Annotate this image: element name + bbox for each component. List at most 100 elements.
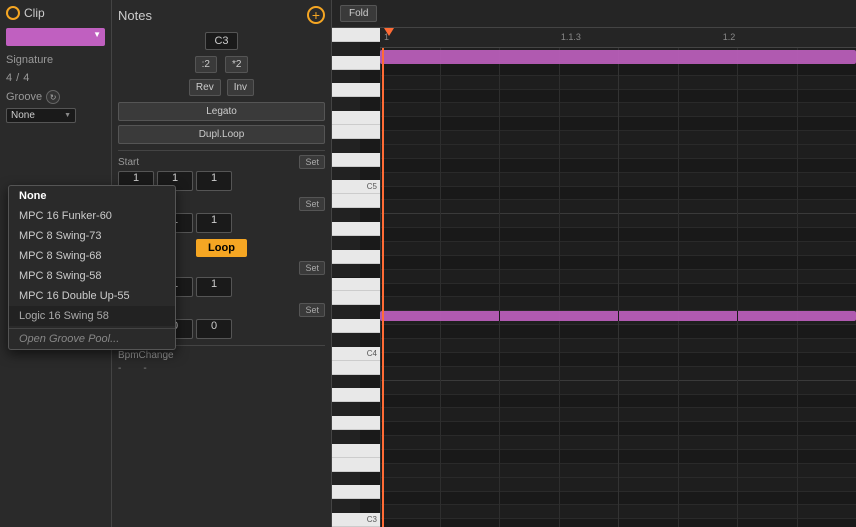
- piano-key-B3[interactable]: [332, 361, 380, 375]
- dropdown-open-pool[interactable]: Open Groove Pool...: [9, 328, 175, 349]
- dropdown-item-mpc16funker[interactable]: MPC 16 Funker-60: [9, 206, 175, 226]
- len-val-3[interactable]: 0: [196, 319, 232, 339]
- sig-slash: /: [16, 72, 19, 84]
- loop-button[interactable]: Loop: [196, 239, 247, 257]
- piano-key-A4[interactable]: [332, 222, 380, 236]
- piano-key-D#4[interactable]: [332, 305, 360, 319]
- note-display: C3: [205, 32, 237, 50]
- piano-key-G#5[interactable]: [332, 70, 360, 84]
- playhead-line: [382, 48, 384, 527]
- divider-1: [118, 150, 325, 151]
- signature-label: Signature: [6, 54, 53, 66]
- piano-key-F#5[interactable]: [332, 97, 360, 111]
- end-set-btn[interactable]: Set: [299, 197, 325, 211]
- piano-key-E3[interactable]: [332, 458, 380, 472]
- signature-values: 4 / 4: [6, 72, 105, 84]
- piano-key-D#3[interactable]: [332, 472, 360, 486]
- groove-value: None: [11, 110, 35, 121]
- piano-key-A3[interactable]: [332, 388, 380, 402]
- grid-body[interactable]: [380, 48, 856, 527]
- piano-key-D#5[interactable]: [332, 139, 360, 153]
- piano-key-D4[interactable]: [332, 319, 380, 333]
- length-set-btn[interactable]: Set: [299, 303, 325, 317]
- piano-key-D3[interactable]: [332, 485, 380, 499]
- piano-key-D5[interactable]: [332, 153, 380, 167]
- piano-key-A#5[interactable]: [332, 42, 360, 56]
- sig-num: 4: [6, 72, 12, 84]
- notes-note-row: C3: [118, 32, 325, 50]
- change-vals-row: - -: [118, 363, 325, 374]
- piano-key-G#4[interactable]: [332, 236, 360, 250]
- dropdown-item-none[interactable]: None: [9, 186, 175, 206]
- piano-keys: C5 C4 C3: [332, 28, 380, 527]
- notes-add-button[interactable]: +: [307, 6, 325, 24]
- grid-timeline: 1 1.1.3 1.2: [380, 28, 856, 48]
- piano-key-C3[interactable]: C3: [332, 513, 380, 527]
- dropdown-item-logic16swing[interactable]: Logic 16 Swing 58: [9, 306, 175, 326]
- piano-key-E4[interactable]: [332, 291, 380, 305]
- piano-key-B4[interactable]: [332, 194, 380, 208]
- piano-key-C#5[interactable]: [332, 167, 360, 181]
- piano-key-G4[interactable]: [332, 250, 380, 264]
- piano-key-A5[interactable]: [332, 56, 380, 70]
- piano-key-C#3[interactable]: [332, 499, 360, 513]
- notes-header: Notes +: [118, 6, 325, 24]
- dropdown-item-mpc8swing58[interactable]: MPC 8 Swing-58: [9, 266, 175, 286]
- groove-randomize-btn[interactable]: ↻: [46, 90, 60, 104]
- piano-key-F#3[interactable]: [332, 430, 360, 444]
- notes-title: Notes: [118, 8, 152, 23]
- change-val-1: -: [118, 363, 121, 374]
- piano-key-F3[interactable]: [332, 444, 380, 458]
- piano-key-C#4[interactable]: [332, 333, 360, 347]
- clip-icon: [6, 6, 20, 20]
- clip-title: Clip: [24, 6, 45, 20]
- vgrid-line: [618, 48, 619, 527]
- bpm-change-row: BpmChange: [118, 350, 325, 361]
- timeline-marker-113: 1.1.3: [561, 32, 581, 42]
- fold-button[interactable]: Fold: [340, 5, 377, 22]
- fold-header: Fold: [332, 0, 856, 28]
- change-val-2: -: [143, 363, 146, 374]
- piano-key-G5[interactable]: [332, 83, 380, 97]
- legato-button[interactable]: Legato: [118, 102, 325, 121]
- piano-key-G3[interactable]: [332, 416, 380, 430]
- start-set-btn[interactable]: Set: [299, 155, 325, 169]
- vgrid-line: [380, 48, 381, 527]
- piano-key-A#3[interactable]: [332, 375, 360, 389]
- transpose-down-btn[interactable]: :2: [195, 56, 217, 73]
- notes-rev-inv-row: Rev Inv: [118, 79, 325, 96]
- clip-color-bar[interactable]: [6, 28, 105, 46]
- groove-select[interactable]: None: [6, 108, 76, 123]
- end-val-3[interactable]: 1: [196, 213, 232, 233]
- pos-val-3[interactable]: 1: [196, 277, 232, 297]
- inv-button[interactable]: Inv: [227, 79, 254, 96]
- rev-button[interactable]: Rev: [189, 79, 221, 96]
- top-clip-bar: [380, 50, 856, 64]
- change-label: BpmChange: [118, 350, 174, 361]
- start-label: Start: [118, 157, 139, 168]
- dropdown-item-mpc16doubleup[interactable]: MPC 16 Double Up-55: [9, 286, 175, 306]
- piano-key-F#4[interactable]: [332, 264, 360, 278]
- dropdown-item-mpc8swing68[interactable]: MPC 8 Swing-68: [9, 246, 175, 266]
- piano-key-B5[interactable]: [332, 28, 380, 42]
- sig-den: 4: [23, 72, 29, 84]
- signature-row: Signature: [6, 54, 105, 66]
- vgrid-line: [678, 48, 679, 527]
- piano-key-C4[interactable]: C4: [332, 347, 380, 361]
- piano-key-F5[interactable]: [332, 111, 380, 125]
- note-divider: [499, 311, 500, 321]
- piano-key-F4[interactable]: [332, 278, 380, 292]
- piano-key-C5[interactable]: C5: [332, 180, 380, 194]
- transpose-up-btn[interactable]: *2: [225, 56, 248, 73]
- position-set-btn[interactable]: Set: [299, 261, 325, 275]
- piano-key-G#3[interactable]: [332, 402, 360, 416]
- vgrid-line: [499, 48, 500, 527]
- start-label-row: Start Set: [118, 155, 325, 169]
- piano-key-A#4[interactable]: [332, 208, 360, 222]
- dropdown-item-mpc8swing73[interactable]: MPC 8 Swing-73: [9, 226, 175, 246]
- main-area: Fold C5 C4 C3 1 1.1.3 1.2: [332, 0, 856, 527]
- vgrid-line: [440, 48, 441, 527]
- start-val-3[interactable]: 1: [196, 171, 232, 191]
- dupl-loop-button[interactable]: Dupl.Loop: [118, 125, 325, 144]
- piano-key-E5[interactable]: [332, 125, 380, 139]
